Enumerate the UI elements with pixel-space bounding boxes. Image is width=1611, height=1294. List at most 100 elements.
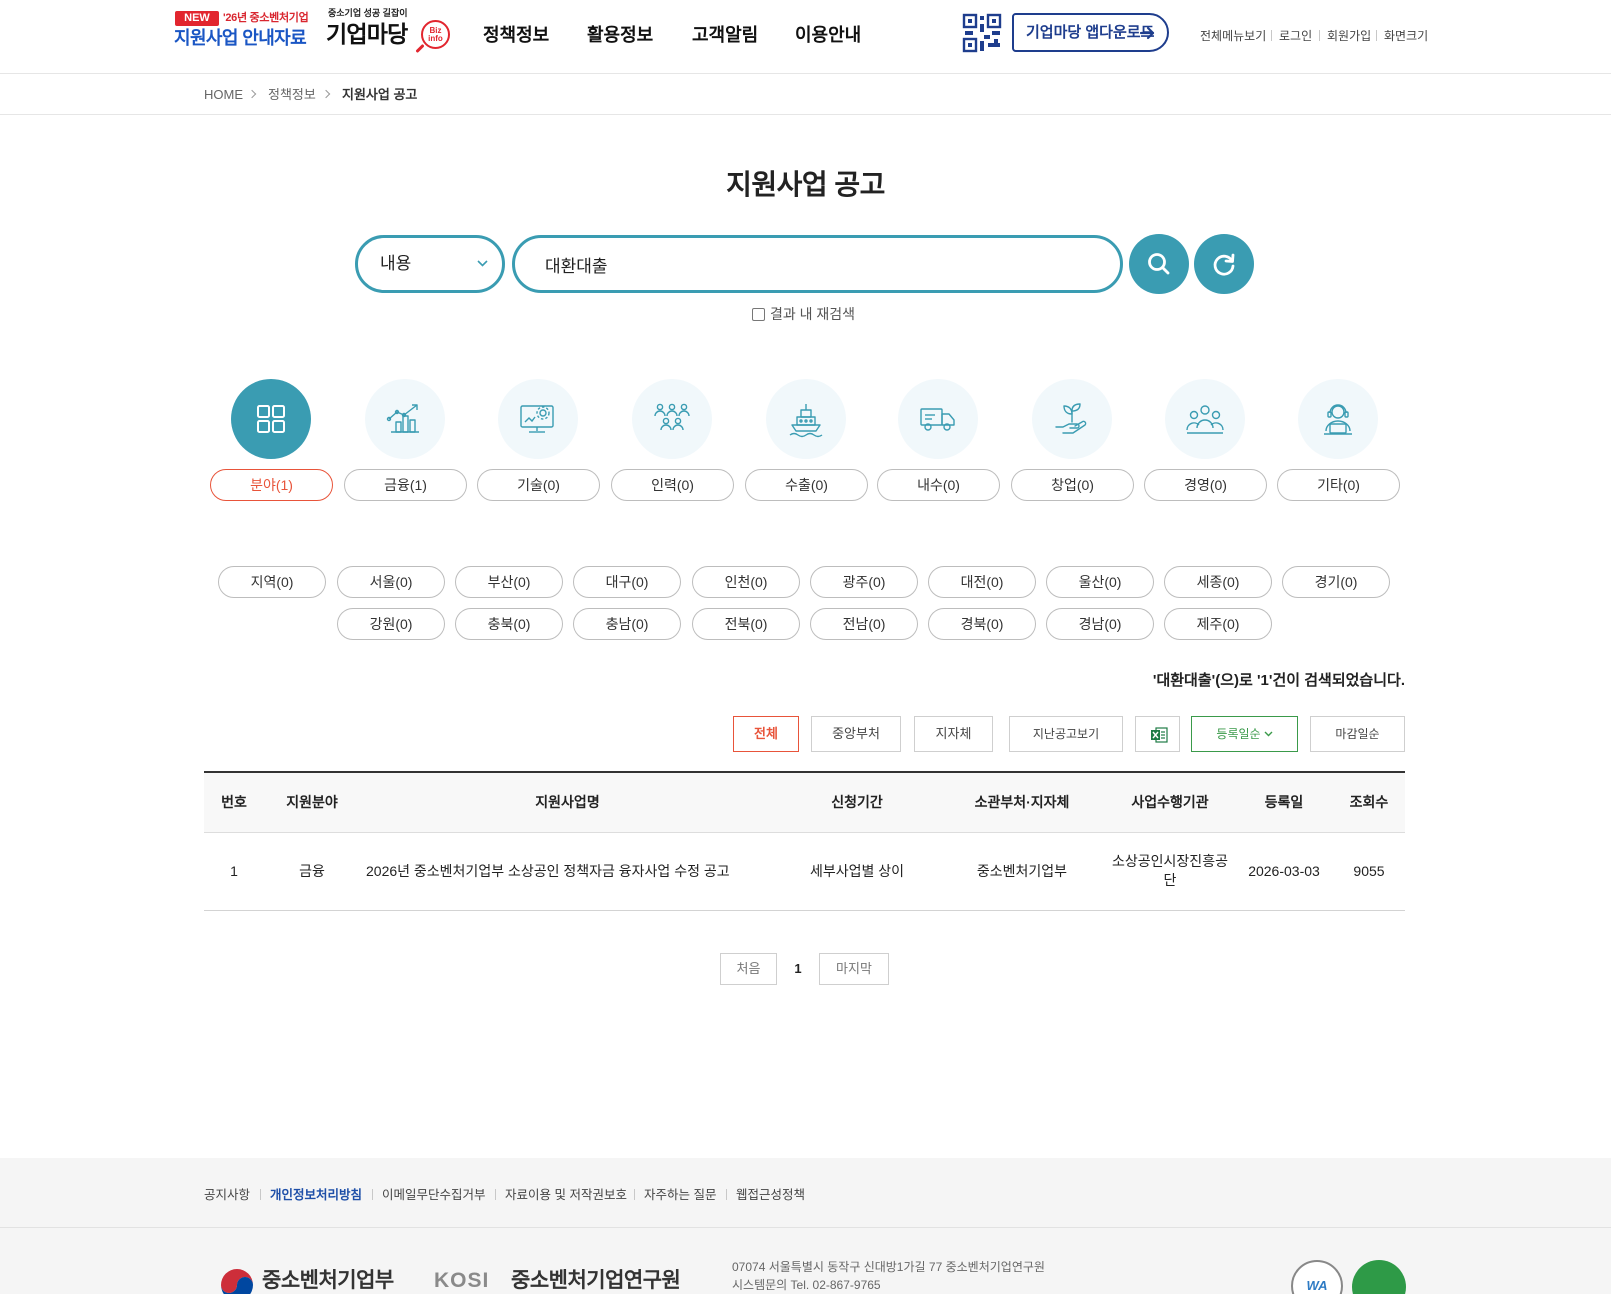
region-busan[interactable]: 부산(0) (455, 566, 563, 598)
region-sejong[interactable]: 세종(0) (1164, 566, 1272, 598)
filter-all-button[interactable]: 전체 (733, 716, 799, 752)
ship-icon[interactable] (766, 379, 846, 459)
cell-reg-date: 2026-03-03 (1235, 832, 1333, 911)
research-label[interactable]: 결과 내 재검색 (770, 305, 855, 323)
search-field-select[interactable]: 내용 (355, 235, 505, 293)
category-domestic[interactable]: 내수(0) (877, 469, 1000, 501)
footer-link-notice[interactable]: 공지사항 (204, 1187, 250, 1203)
footer-link-copyright[interactable]: 자료이용 및 저작권보호 (495, 1187, 627, 1203)
footer-address: 07074 서울특별시 동작구 신대방1가길 77 중소벤처기업연구원 (732, 1260, 1045, 1274)
kosi-logo-text[interactable]: 중소벤처기업연구원 (511, 1268, 681, 1294)
people-group-icon[interactable] (632, 379, 712, 459)
category-management[interactable]: 경영(0) (1144, 469, 1267, 501)
sort-by-deadline-button[interactable]: 마감일순 (1310, 716, 1405, 752)
certification-badge-icon (1352, 1260, 1406, 1294)
table-header-row: 번호 지원분야 지원사업명 신청기간 소관부처·지자체 사업수행기관 등록일 조… (204, 772, 1405, 833)
region-gangwon[interactable]: 강원(0) (337, 608, 445, 640)
footer-link-faq[interactable]: 자주하는 질문 (633, 1187, 716, 1203)
qr-code-icon[interactable] (962, 13, 1002, 53)
grid-icon[interactable] (231, 379, 311, 459)
filter-local-button[interactable]: 지자체 (914, 716, 993, 752)
sort-by-registration-button[interactable]: 등록일순 (1191, 716, 1298, 752)
category-technology[interactable]: 기술(0) (477, 469, 600, 501)
footer-link-privacy[interactable]: 개인정보처리방침 (259, 1187, 362, 1203)
region-jeonnam[interactable]: 전남(0) (810, 608, 918, 640)
research-checkbox[interactable] (752, 308, 765, 321)
cell-period: 세부사업별 상이 (775, 832, 939, 911)
brand-tagline[interactable]: 중소기업 성공 길잡이 (328, 8, 408, 19)
region-gyeonggi[interactable]: 경기(0) (1282, 566, 1390, 598)
growth-chart-icon[interactable] (365, 379, 445, 459)
excel-download-button[interactable] (1135, 716, 1180, 752)
category-startup[interactable]: 창업(0) (1011, 469, 1134, 501)
category-export[interactable]: 수출(0) (745, 469, 868, 501)
new-badge[interactable]: NEW (175, 11, 219, 26)
brand-logo[interactable]: 기업마당 (326, 19, 408, 49)
region-gyeongnam[interactable]: 경남(0) (1046, 608, 1154, 640)
search-input[interactable] (512, 235, 1123, 293)
column-header-agency: 사업수행기관 (1105, 772, 1235, 833)
mss-logo-text[interactable]: 중소벤처기업부 (262, 1268, 394, 1294)
breadcrumb-home[interactable]: HOME (204, 86, 243, 104)
column-header-number: 번호 (204, 772, 264, 833)
column-header-field: 지원분야 (264, 772, 360, 833)
footer-link-email-refusal[interactable]: 이메일무단수집거부 (372, 1187, 486, 1203)
region-seoul[interactable]: 서울(0) (337, 566, 445, 598)
nav-utilization-info[interactable]: 활용정보 (587, 23, 653, 47)
region-gwangju[interactable]: 광주(0) (810, 566, 918, 598)
region-all[interactable]: 지역(0) (218, 566, 326, 598)
management-team-icon[interactable] (1165, 379, 1245, 459)
util-screen-size[interactable]: 화면크기 (1375, 28, 1428, 44)
cell-ministry: 중소벤처기업부 (939, 832, 1105, 911)
region-jeju[interactable]: 제주(0) (1164, 608, 1272, 640)
region-daegu[interactable]: 대구(0) (573, 566, 681, 598)
support-agent-icon[interactable] (1298, 379, 1378, 459)
util-login[interactable]: 로그인 (1270, 28, 1312, 44)
excel-download-icon (1151, 727, 1168, 743)
nav-customer-notice[interactable]: 고객알림 (692, 23, 758, 47)
breadcrumb-current: 지원사업 공고 (342, 87, 418, 102)
pagination-last[interactable]: 마지막 (819, 953, 889, 985)
truck-icon[interactable] (898, 379, 978, 459)
pagination-current-page[interactable]: 1 (788, 953, 808, 985)
table-row[interactable]: 1 금융 2026년 중소벤처기업부 소상공인 정책자금 융자사업 수정 공고 … (204, 832, 1405, 911)
search-button[interactable] (1129, 234, 1189, 294)
site-footer: 공지사항 개인정보처리방침 이메일무단수집거부 자료이용 및 저작권보호 자주하… (0, 1158, 1611, 1294)
category-workforce[interactable]: 인력(0) (611, 469, 734, 501)
category-etc[interactable]: 기타(0) (1277, 469, 1400, 501)
taegeuk-emblem-icon (220, 1268, 254, 1294)
sort-by-registration-label: 등록일순 (1216, 727, 1261, 741)
filter-central-button[interactable]: 중앙부처 (811, 716, 901, 752)
guide-logo-year[interactable]: '26년 중소벤처기업 (223, 10, 309, 26)
page-title: 지원사업 공고 (726, 169, 885, 200)
reset-button[interactable] (1194, 234, 1254, 294)
nav-usage-guide[interactable]: 이용안내 (795, 23, 861, 47)
category-finance[interactable]: 금융(1) (344, 469, 467, 501)
past-notices-button[interactable]: 지난공고보기 (1009, 716, 1123, 752)
util-all-menu[interactable]: 전체메뉴보기 (1200, 28, 1266, 44)
footer-link-accessibility[interactable]: 웹접근성정책 (725, 1187, 805, 1203)
region-chungnam[interactable]: 충남(0) (573, 608, 681, 640)
app-download-button[interactable]: 기업마당 앱다운로드 (1012, 13, 1169, 52)
region-gyeongbuk[interactable]: 경북(0) (928, 608, 1036, 640)
region-ulsan[interactable]: 울산(0) (1046, 566, 1154, 598)
pagination-first[interactable]: 처음 (720, 953, 777, 985)
region-jeonbuk[interactable]: 전북(0) (692, 608, 800, 640)
bizinfo-magnifier-icon[interactable]: Biz info (421, 20, 450, 49)
search-field-selected: 내용 (380, 254, 412, 273)
region-incheon[interactable]: 인천(0) (692, 566, 800, 598)
nav-policy-info[interactable]: 정책정보 (483, 23, 549, 47)
util-signup[interactable]: 회원가입 (1318, 28, 1371, 44)
cell-agency: 소상공인시장진흥공단 (1105, 832, 1235, 911)
chevron-down-icon (477, 260, 488, 267)
cell-number: 1 (204, 832, 264, 911)
announcement-title-link[interactable]: 2026년 중소벤처기업부 소상공인 정책자금 융자사업 수정 공고 (366, 863, 730, 879)
region-chungbuk[interactable]: 충북(0) (455, 608, 563, 640)
kosi-logo-mark[interactable]: KOSI (434, 1268, 489, 1294)
monitor-gear-icon[interactable] (498, 379, 578, 459)
region-daejeon[interactable]: 대전(0) (928, 566, 1036, 598)
guide-logo-title[interactable]: 지원사업 안내자료 (174, 27, 307, 49)
breadcrumb-policy-info[interactable]: 정책정보 (268, 86, 316, 104)
sprout-hand-icon[interactable] (1032, 379, 1112, 459)
category-all[interactable]: 분야(1) (210, 469, 333, 501)
